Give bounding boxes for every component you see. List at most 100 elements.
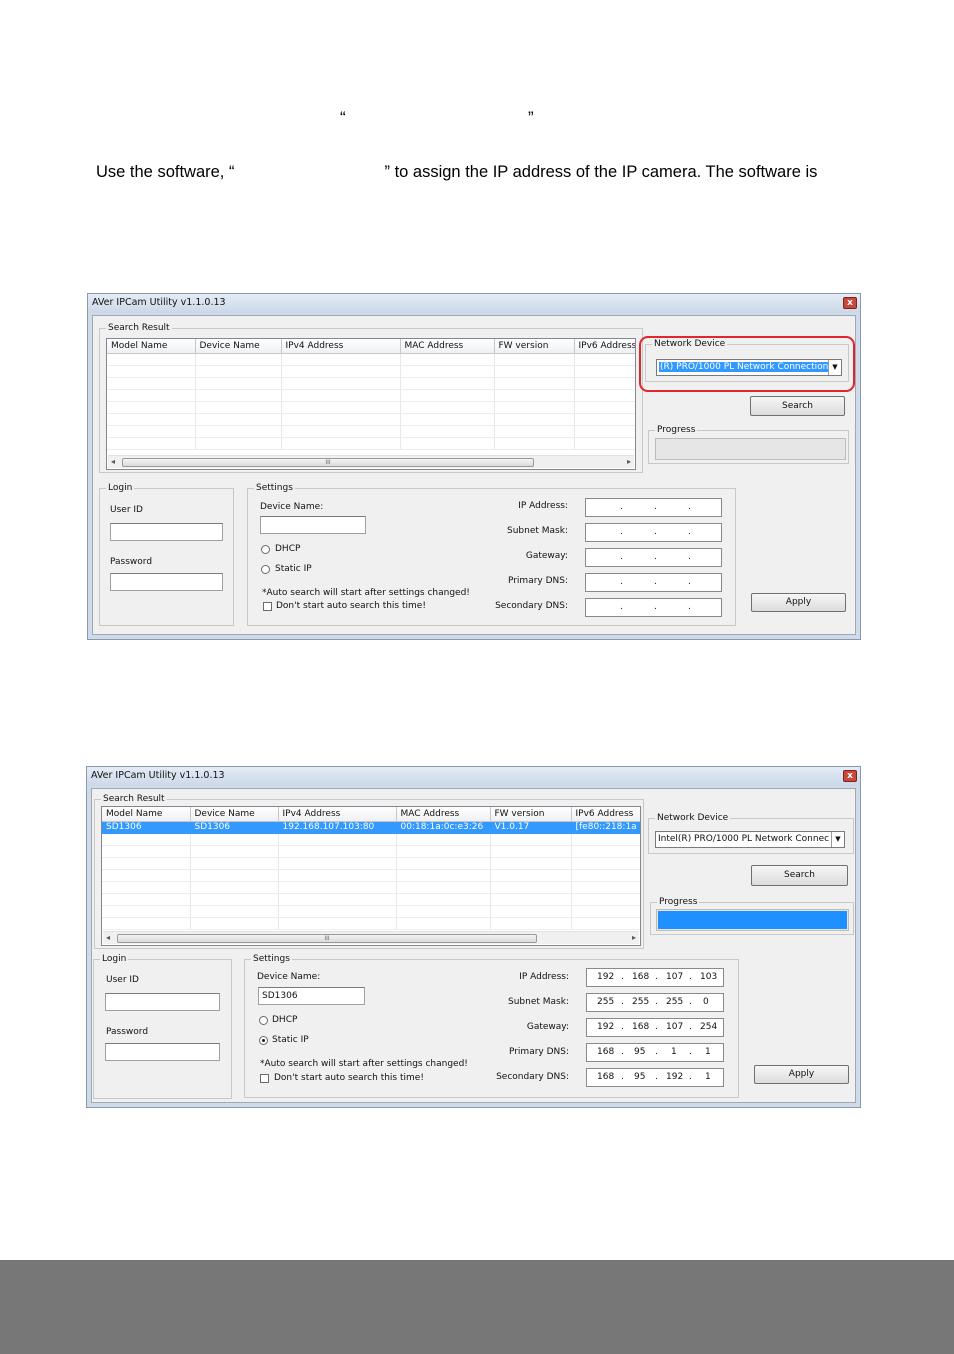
- table-row: [102, 893, 640, 906]
- col-device-name[interactable]: Device Name: [195, 339, 282, 354]
- col-model-name[interactable]: Model Name: [107, 339, 196, 354]
- scroll-right-icon[interactable]: ▸: [632, 933, 636, 942]
- network-device-select[interactable]: Intel(R) PRO/1000 PL Network Connec ▼: [655, 831, 845, 848]
- primary-dns-label: Primary DNS:: [508, 1047, 569, 1057]
- primary-dns-input[interactable]: ...: [585, 573, 722, 592]
- utility-window-before: AVer IPCam Utility v1.1.0.13 x Search Re…: [87, 293, 861, 640]
- table-row: [102, 881, 640, 894]
- subnet-mask-input[interactable]: ...: [585, 523, 722, 542]
- device-list[interactable]: Model Name Device Name IPv4 Address MAC …: [106, 338, 636, 470]
- ip-address-input[interactable]: ...: [585, 498, 722, 517]
- table-row: [107, 437, 635, 450]
- table-row[interactable]: SD1306 SD1306 192.168.107.103:80 00:18:1…: [102, 821, 640, 834]
- password-label: Password: [110, 557, 153, 567]
- title-bar: AVer IPCam Utility v1.1.0.13 x: [87, 767, 860, 786]
- ip-address-label: IP Address:: [518, 501, 568, 511]
- settings-group: Settings Device Name: DHCP Static IP *Au…: [247, 482, 736, 626]
- gateway-input[interactable]: ...: [585, 548, 722, 567]
- col-ipv4-address[interactable]: IPv4 Address: [281, 339, 401, 354]
- subnet-mask-label: Subnet Mask:: [507, 526, 568, 536]
- intro-text-left: Use the software, “: [96, 163, 235, 181]
- static-ip-radio[interactable]: [259, 1036, 268, 1045]
- horizontal-scrollbar[interactable]: ◂ III ▸: [103, 931, 639, 944]
- settings-label: Settings: [251, 953, 292, 965]
- search-button[interactable]: Search: [751, 865, 848, 886]
- scroll-right-icon[interactable]: ▸: [627, 457, 631, 466]
- col-ipv4-address[interactable]: IPv4 Address: [278, 807, 397, 822]
- title-bar: AVer IPCam Utility v1.1.0.13 x: [88, 294, 860, 313]
- device-list-header: Model Name Device Name IPv4 Address MAC …: [107, 339, 635, 354]
- col-fw-version[interactable]: FW version: [490, 807, 572, 822]
- device-name-input[interactable]: SD1306: [258, 987, 365, 1005]
- auto-search-note: *Auto search will start after settings c…: [262, 588, 470, 598]
- intro-paragraph: Use the software, “ ” to assign the IP ad…: [96, 163, 896, 182]
- window-client: Search Result Model Name Device Name IPv…: [91, 788, 856, 1103]
- scroll-left-icon[interactable]: ◂: [111, 457, 115, 466]
- device-list[interactable]: Model Name Device Name IPv4 Address MAC …: [101, 806, 641, 946]
- col-model-name[interactable]: Model Name: [102, 807, 191, 822]
- col-device-name[interactable]: Device Name: [190, 807, 279, 822]
- user-id-input[interactable]: [105, 993, 220, 1011]
- password-label: Password: [106, 1027, 149, 1037]
- apply-button[interactable]: Apply: [751, 593, 846, 612]
- device-name-label: Device Name:: [260, 502, 324, 512]
- progress-fill: [658, 911, 847, 929]
- dont-start-checkbox[interactable]: [263, 602, 272, 611]
- login-label: Login: [100, 953, 129, 965]
- col-ipv6-address[interactable]: IPv6 Address: [571, 807, 640, 822]
- cell-device-name: SD1306: [190, 821, 279, 834]
- table-row: [107, 353, 635, 366]
- device-name-input[interactable]: [260, 516, 366, 534]
- password-input[interactable]: [105, 1043, 220, 1061]
- search-result-label: Search Result: [101, 793, 167, 805]
- dhcp-radio[interactable]: [261, 545, 270, 554]
- subnet-mask-label: Subnet Mask:: [508, 997, 569, 1007]
- ip-address-input[interactable]: 192. 168. 107. 103: [586, 968, 724, 987]
- secondary-dns-input[interactable]: ...: [585, 598, 722, 617]
- settings-label: Settings: [254, 482, 295, 494]
- primary-dns-input[interactable]: 168. 95. 1. 1: [586, 1043, 724, 1062]
- dhcp-label: DHCP: [275, 544, 301, 554]
- col-fw-version[interactable]: FW version: [494, 339, 575, 354]
- progress-group: Progress: [648, 424, 849, 464]
- subnet-mask-input[interactable]: 255. 255. 255. 0: [586, 993, 724, 1012]
- footer-band: [0, 1260, 954, 1354]
- table-row: [102, 845, 640, 858]
- cell-ipv6-address: [fe80::218:1a: [571, 821, 640, 834]
- secondary-dns-input[interactable]: 168. 95. 192. 1: [586, 1068, 724, 1087]
- gateway-input[interactable]: 192. 168. 107. 254: [586, 1018, 724, 1037]
- chevron-down-icon[interactable]: ▼: [831, 832, 844, 847]
- col-ipv6-address[interactable]: IPv6 Address: [574, 339, 635, 354]
- horizontal-scrollbar[interactable]: ◂ III ▸: [108, 455, 634, 468]
- progress-label: Progress: [657, 896, 700, 908]
- scroll-thumb[interactable]: III: [117, 934, 537, 943]
- window-title: AVer IPCam Utility v1.1.0.13: [92, 297, 226, 308]
- table-row: [102, 905, 640, 918]
- dont-start-label: Don't start auto search this time!: [274, 1073, 424, 1083]
- progress-label: Progress: [655, 424, 698, 436]
- table-row: [107, 425, 635, 438]
- user-id-input[interactable]: [110, 523, 223, 541]
- dhcp-radio[interactable]: [259, 1016, 268, 1025]
- col-mac-address[interactable]: MAC Address: [400, 339, 495, 354]
- user-id-label: User ID: [106, 975, 139, 985]
- password-input[interactable]: [110, 573, 223, 591]
- dont-start-label: Don't start auto search this time!: [276, 601, 426, 611]
- static-ip-label: Static IP: [272, 1035, 309, 1045]
- static-ip-label: Static IP: [275, 564, 312, 574]
- scroll-thumb[interactable]: III: [122, 458, 534, 467]
- apply-button[interactable]: Apply: [754, 1065, 849, 1084]
- close-icon[interactable]: x: [843, 297, 857, 309]
- ip-address-label: IP Address:: [519, 972, 569, 982]
- network-device-value: Intel(R) PRO/1000 PL Network Connec: [658, 834, 830, 844]
- scroll-left-icon[interactable]: ◂: [106, 933, 110, 942]
- progress-bar: [656, 909, 849, 931]
- search-button[interactable]: Search: [750, 396, 845, 416]
- close-icon[interactable]: x: [843, 770, 857, 782]
- heading-close-quote: ”: [528, 108, 534, 127]
- dont-start-checkbox[interactable]: [260, 1074, 269, 1083]
- intro-text-right: ” to assign the IP address of the IP cam…: [384, 163, 818, 181]
- login-group: Login User ID Password: [93, 953, 232, 1099]
- col-mac-address[interactable]: MAC Address: [396, 807, 491, 822]
- static-ip-radio[interactable]: [261, 565, 270, 574]
